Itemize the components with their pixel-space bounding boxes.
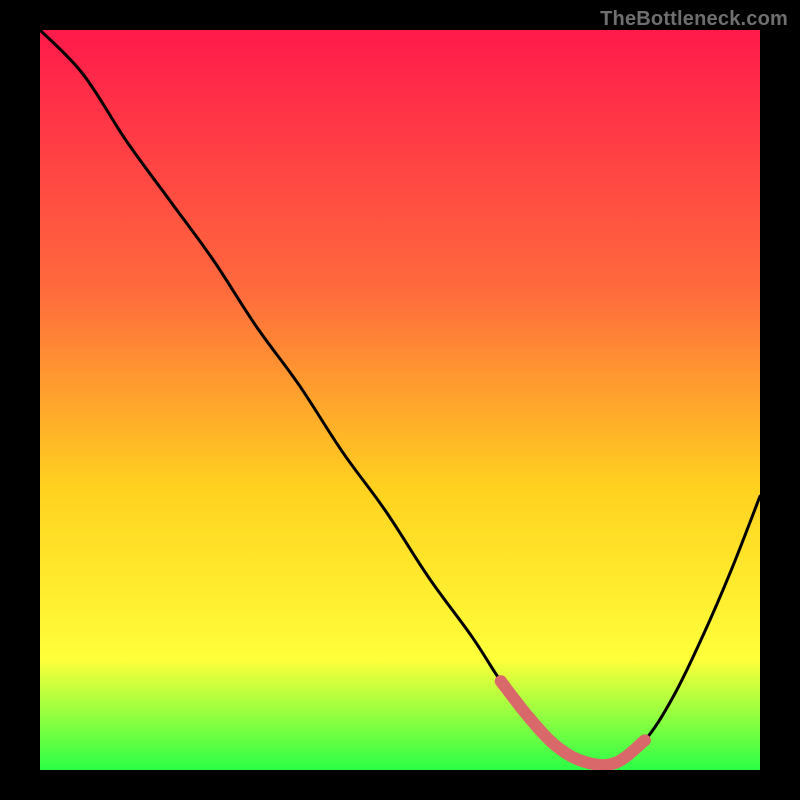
bottleneck-chart	[40, 30, 760, 770]
chart-frame: TheBottleneck.com	[0, 0, 800, 800]
chart-svg	[40, 30, 760, 770]
gradient-background	[40, 30, 760, 770]
highlight-end-dot	[639, 734, 651, 746]
watermark-text: TheBottleneck.com	[600, 8, 788, 31]
